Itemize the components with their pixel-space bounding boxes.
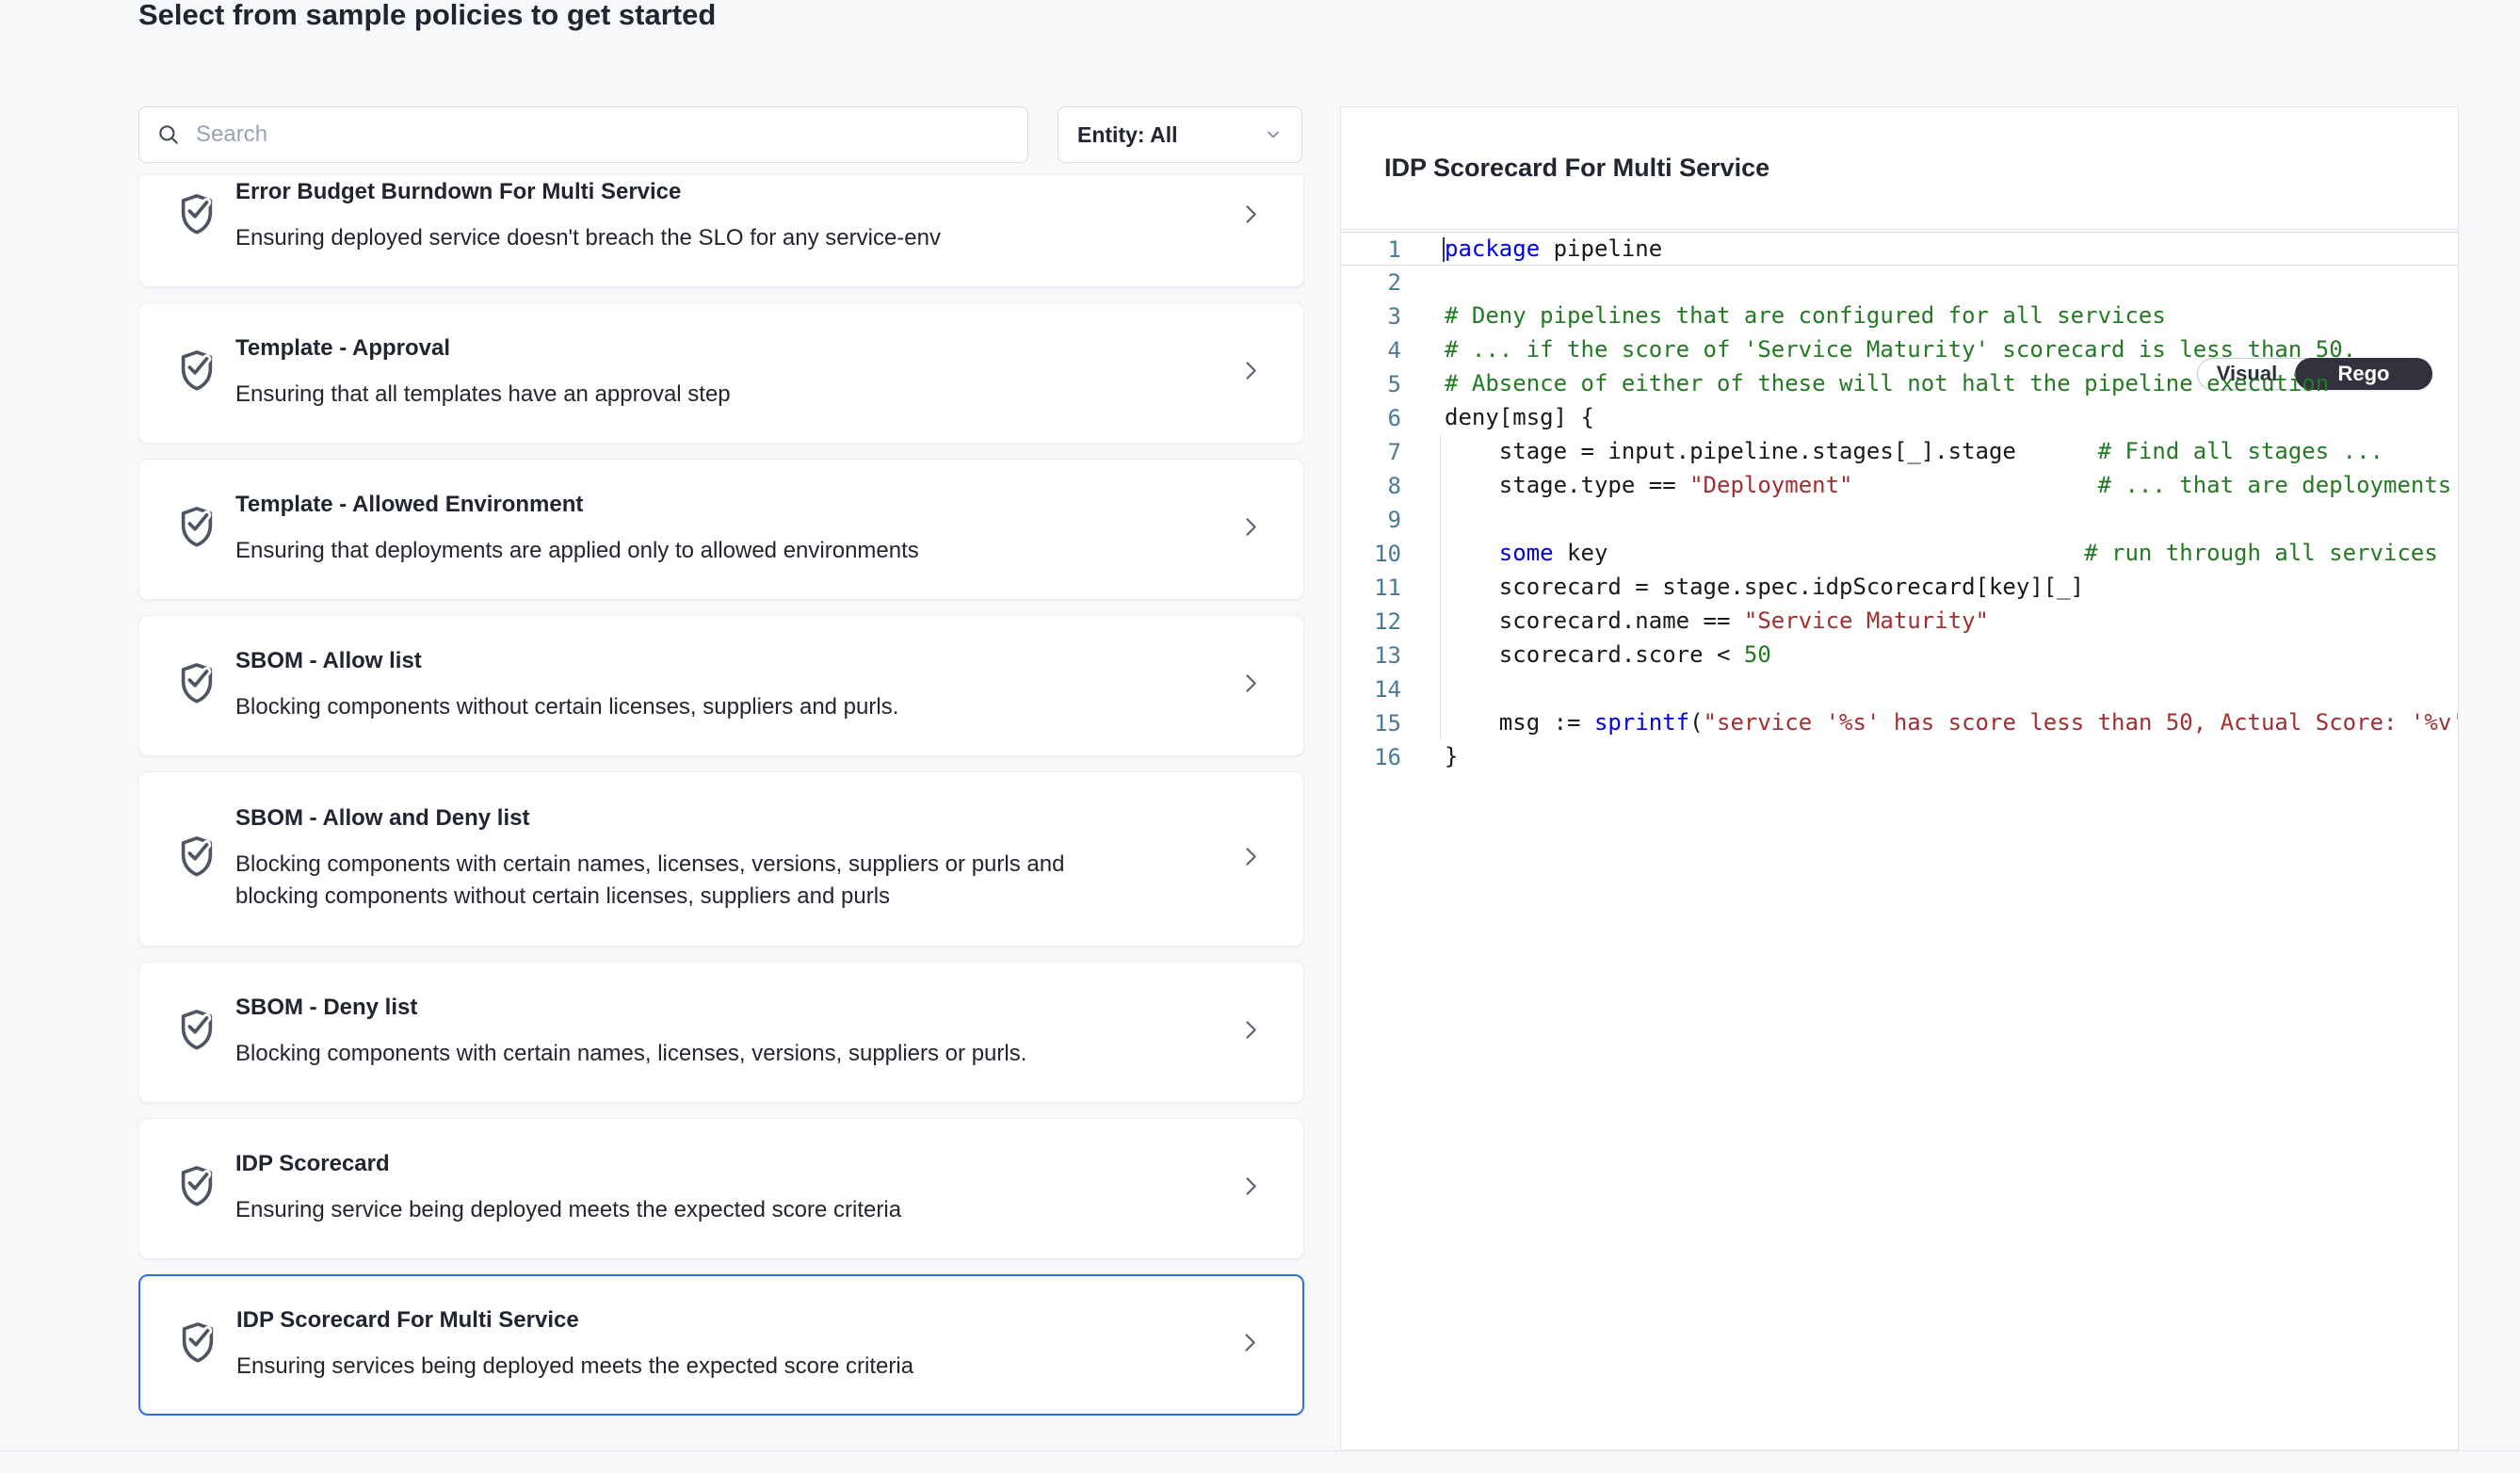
- code-line: 2: [1341, 266, 2458, 299]
- policy-card-title: IDP Scorecard For Multi Service: [236, 1307, 1070, 1334]
- chevron-right-icon: [1236, 1328, 1263, 1358]
- line-number: 3: [1341, 299, 1401, 333]
- line-number: 4: [1341, 333, 1401, 367]
- code-line: 8 stage.type == "Deployment" # ... that …: [1341, 469, 2458, 503]
- code-line: 16}: [1341, 740, 2458, 774]
- code-rows: 1package pipeline23# Deny pipelines that…: [1341, 232, 2458, 774]
- code-line: 6deny[msg] {: [1341, 401, 2458, 435]
- shield-check-icon: [175, 1007, 218, 1054]
- policy-card[interactable]: Error Budget Burndown For Multi Service E…: [138, 176, 1304, 287]
- policy-card-description: Ensuring services being deployed meets t…: [236, 1351, 1070, 1383]
- code-line: 5# Absence of either of these will not h…: [1341, 367, 2458, 401]
- policy-card[interactable]: Template - Approval Ensuring that all tem…: [138, 302, 1304, 444]
- shield-check-icon: [175, 504, 218, 551]
- policy-list: Error Budget Burndown For Multi Service E…: [138, 176, 1304, 1450]
- code-line: 11 scorecard = stage.spec.idpScorecard[k…: [1341, 571, 2458, 605]
- search-icon: [156, 122, 181, 147]
- line-number: 15: [1341, 706, 1401, 740]
- line-number: 12: [1341, 605, 1401, 639]
- policy-card-title: SBOM - Allow list: [235, 648, 1069, 674]
- code-line: 14: [1341, 672, 2458, 706]
- code-line: 7 stage = input.pipeline.stages[_].stage…: [1341, 435, 2458, 469]
- policy-card-description: Blocking components without certain lice…: [235, 691, 1069, 723]
- chevron-down-icon: [1264, 125, 1283, 144]
- code-line: 4# ... if the score of 'Service Maturity…: [1341, 333, 2458, 367]
- policy-card-title: Template - Allowed Environment: [235, 492, 1069, 518]
- search-input[interactable]: [194, 121, 1010, 149]
- policy-card[interactable]: SBOM - Allow list Blocking components wit…: [138, 615, 1304, 756]
- panel-header: IDP Scorecard For Multi Service: [1341, 107, 2458, 230]
- policy-card-title: Error Budget Burndown For Multi Service: [235, 179, 1069, 205]
- entity-filter-label: Entity: All: [1077, 122, 1177, 148]
- line-number: 9: [1341, 503, 1401, 537]
- panel-title: IDP Scorecard For Multi Service: [1384, 154, 1769, 183]
- shield-check-icon: [175, 1163, 218, 1210]
- chevron-right-icon: [1237, 200, 1264, 230]
- policy-card-title: SBOM - Allow and Deny list: [235, 805, 1069, 832]
- text-caret: [1443, 237, 1445, 262]
- line-number: 2: [1341, 266, 1401, 299]
- policy-card[interactable]: Template - Allowed Environment Ensuring t…: [138, 459, 1304, 600]
- code-line: 10 some key # run through all services: [1341, 537, 2458, 571]
- policy-card[interactable]: SBOM - Deny list Blocking components with…: [138, 962, 1304, 1103]
- entity-filter-dropdown[interactable]: Entity: All: [1058, 106, 1302, 163]
- shield-check-icon: [175, 348, 218, 395]
- shield-check-icon: [175, 834, 218, 881]
- line-number: 10: [1341, 537, 1401, 571]
- line-number: 13: [1341, 639, 1401, 672]
- code-line: 15 msg := sprintf("service '%s' has scor…: [1341, 706, 2458, 740]
- policy-card[interactable]: SBOM - Allow and Deny list Blocking compo…: [138, 771, 1304, 947]
- code-line: 13 scorecard.score < 50: [1341, 639, 2458, 672]
- line-number: 5: [1341, 367, 1401, 401]
- shield-check-icon: [176, 1319, 219, 1367]
- line-number: 1: [1341, 233, 1401, 265]
- chevron-right-icon: [1237, 669, 1264, 699]
- policy-card-description: Blocking components with certain names, …: [235, 849, 1069, 913]
- chevron-right-icon: [1237, 1172, 1264, 1202]
- bottom-divider: [0, 1450, 2520, 1451]
- policy-detail-panel: IDP Scorecard For Multi Service Visual R…: [1340, 106, 2459, 1450]
- code-line: 3# Deny pipelines that are configured fo…: [1341, 299, 2458, 333]
- policy-card-description: Ensuring that deployments are applied on…: [235, 535, 1069, 567]
- policy-card-title: IDP Scorecard: [235, 1151, 1069, 1177]
- code-line: 12 scorecard.name == "Service Maturity": [1341, 605, 2458, 639]
- chevron-right-icon: [1237, 1015, 1264, 1045]
- line-number: 11: [1341, 571, 1401, 605]
- shield-check-icon: [175, 191, 218, 238]
- search-box[interactable]: [138, 106, 1028, 163]
- code-line: 1package pipeline: [1341, 232, 2458, 266]
- line-number: 8: [1341, 469, 1401, 503]
- code-editor[interactable]: Visual Rego 1package pipeline23# Deny pi…: [1341, 230, 2458, 774]
- policy-card-description: Ensuring that all templates have an appr…: [235, 379, 1069, 411]
- policy-card[interactable]: IDP Scorecard Ensuring service being depl…: [138, 1118, 1304, 1259]
- chevron-right-icon: [1237, 842, 1264, 872]
- policy-card[interactable]: IDP Scorecard For Multi Service Ensuring …: [138, 1274, 1304, 1416]
- line-number: 7: [1341, 435, 1401, 469]
- code-line: 9: [1341, 503, 2458, 537]
- line-number: 14: [1341, 672, 1401, 706]
- page-title: Select from sample policies to get start…: [138, 0, 716, 34]
- policy-card-description: Ensuring deployed service doesn't breach…: [235, 222, 1069, 254]
- chevron-right-icon: [1237, 512, 1264, 542]
- policy-card-description: Ensuring service being deployed meets th…: [235, 1194, 1069, 1226]
- line-number: 6: [1341, 401, 1401, 435]
- policy-card-title: Template - Approval: [235, 335, 1069, 362]
- line-number: 16: [1341, 740, 1401, 774]
- policy-card-title: SBOM - Deny list: [235, 995, 1069, 1021]
- policy-card-description: Blocking components with certain names, …: [235, 1038, 1069, 1070]
- chevron-right-icon: [1237, 356, 1264, 386]
- shield-check-icon: [175, 660, 218, 707]
